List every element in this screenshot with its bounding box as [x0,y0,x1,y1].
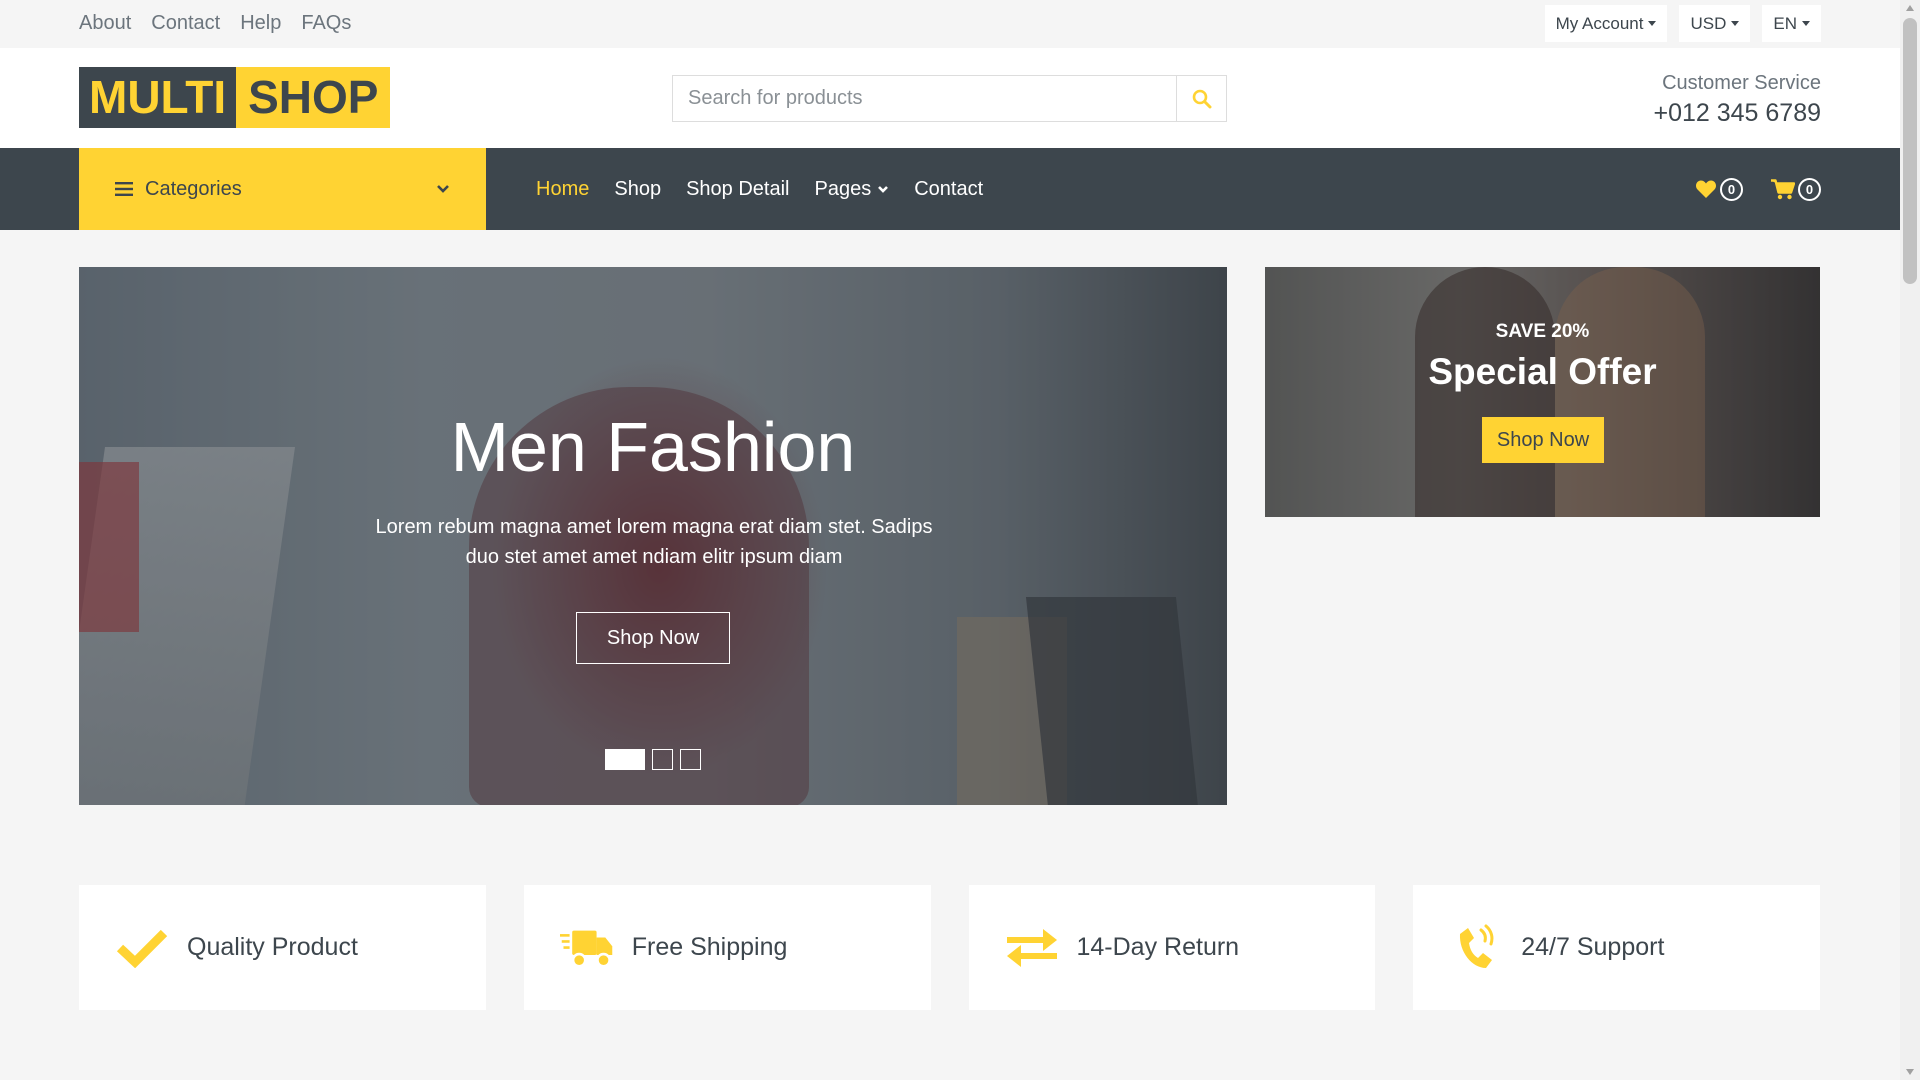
features-row: Quality Product Free Shipping 14-Day Ret… [79,885,1820,1010]
nav-shop[interactable]: Shop [614,178,661,201]
top-links: About Contact Help FAQs [79,12,351,35]
offer-title: Special Offer [1428,351,1657,392]
caret-down-icon [1648,21,1657,26]
main-navbar: Categories Home Shop Shop Detail Pages C… [0,148,1900,230]
scroll-down-arrow-icon[interactable] [1906,1069,1914,1075]
hero-title: Men Fashion [450,408,856,486]
nav-pages-label: Pages [814,177,872,200]
top-dropdowns: My Account USD EN [1544,5,1821,42]
scrollbar-thumb[interactable] [1903,18,1917,284]
customer-service-label: Customer Service [1662,72,1821,94]
categories-toggle[interactable]: Categories [79,148,486,230]
carousel-indicators [605,749,701,770]
nav-icons: 0 0 [1695,148,1821,230]
site-logo[interactable]: MULTI SHOP [79,67,391,128]
contact-link[interactable]: Contact [151,12,220,35]
hero-carousel: Men Fashion Lorem rebum magna amet lorem… [79,267,1227,805]
search-form [672,75,1227,122]
currency-dropdown[interactable]: USD [1679,5,1751,42]
caret-down-icon [1802,21,1810,26]
heart-icon [1696,180,1716,198]
offer-caption: SAVE 20% Special Offer Shop Now [1265,267,1820,517]
feature-label: Quality Product [187,933,358,961]
feature-label: 14-Day Return [1076,933,1240,961]
nav-contact[interactable]: Contact [914,178,983,201]
offer-shop-now-button[interactable]: Shop Now [1482,417,1604,463]
feature-24-7-support: 24/7 Support [1413,885,1820,1010]
help-link[interactable]: Help [240,12,281,35]
feature-quality-product: Quality Product [79,885,486,1010]
carousel-indicator[interactable] [680,749,701,770]
chevron-down-icon [437,185,449,193]
categories-label: Categories [145,177,242,200]
nav-shop-detail[interactable]: Shop Detail [686,178,789,201]
carousel-indicator[interactable] [652,749,673,770]
my-account-label: My Account [1555,13,1644,33]
site-header: MULTI SHOP Customer Service +012 345 678… [0,48,1900,148]
wishlist-button[interactable]: 0 [1695,177,1743,201]
feature-label: Free Shipping [631,933,788,961]
cart-count-badge: 0 [1798,177,1821,201]
faqs-link[interactable]: FAQs [301,12,351,35]
caret-down-icon [1731,21,1740,26]
about-link[interactable]: About [79,12,131,35]
wishlist-count-badge: 0 [1720,177,1743,201]
top-bar: About Contact Help FAQs My Account USD E… [0,0,1900,48]
currency-label: USD [1690,13,1727,33]
search-icon [1192,89,1211,108]
hero-text: Lorem rebum magna amet lorem magna erat … [375,516,933,568]
logo-part-multi: MULTI [79,67,237,128]
feature-label: 24/7 Support [1521,933,1665,961]
bars-icon [115,182,133,196]
shopping-cart-icon [1771,178,1795,199]
customer-service-phone: +012 345 6789 [1653,99,1821,127]
language-label: EN [1773,13,1797,33]
hero-shop-now-button[interactable]: Shop Now [576,612,730,664]
offer-discount: SAVE 20% [1495,321,1590,342]
nav-menu: Home Shop Shop Detail Pages Contact [536,148,983,230]
page-scrollbar[interactable] [1900,0,1920,1080]
logo-part-shop: SHOP [236,67,391,128]
language-dropdown[interactable]: EN [1762,5,1821,42]
carousel-indicator[interactable] [605,749,645,770]
cart-button[interactable]: 0 [1771,177,1821,201]
nav-pages[interactable]: Pages [814,178,889,201]
my-account-dropdown[interactable]: My Account [1544,5,1668,42]
shipping-fast-icon [559,930,613,968]
chevron-down-icon [878,185,889,193]
check-icon [116,929,168,968]
customer-service: Customer Service +012 345 6789 [1653,72,1821,128]
special-offer-banner: SAVE 20% Special Offer Shop Now [1265,267,1820,517]
scroll-up-arrow-icon[interactable] [1906,5,1914,11]
exchange-arrows-icon [1006,928,1057,967]
search-input[interactable] [673,76,1176,121]
hero-caption: Men Fashion Lorem rebum magna amet lorem… [79,267,1227,805]
feature-14-day-return: 14-Day Return [968,885,1376,1010]
phone-volume-icon [1460,924,1494,968]
feature-free-shipping: Free Shipping [523,885,931,1010]
search-button[interactable] [1176,76,1226,121]
nav-home[interactable]: Home [536,178,589,201]
